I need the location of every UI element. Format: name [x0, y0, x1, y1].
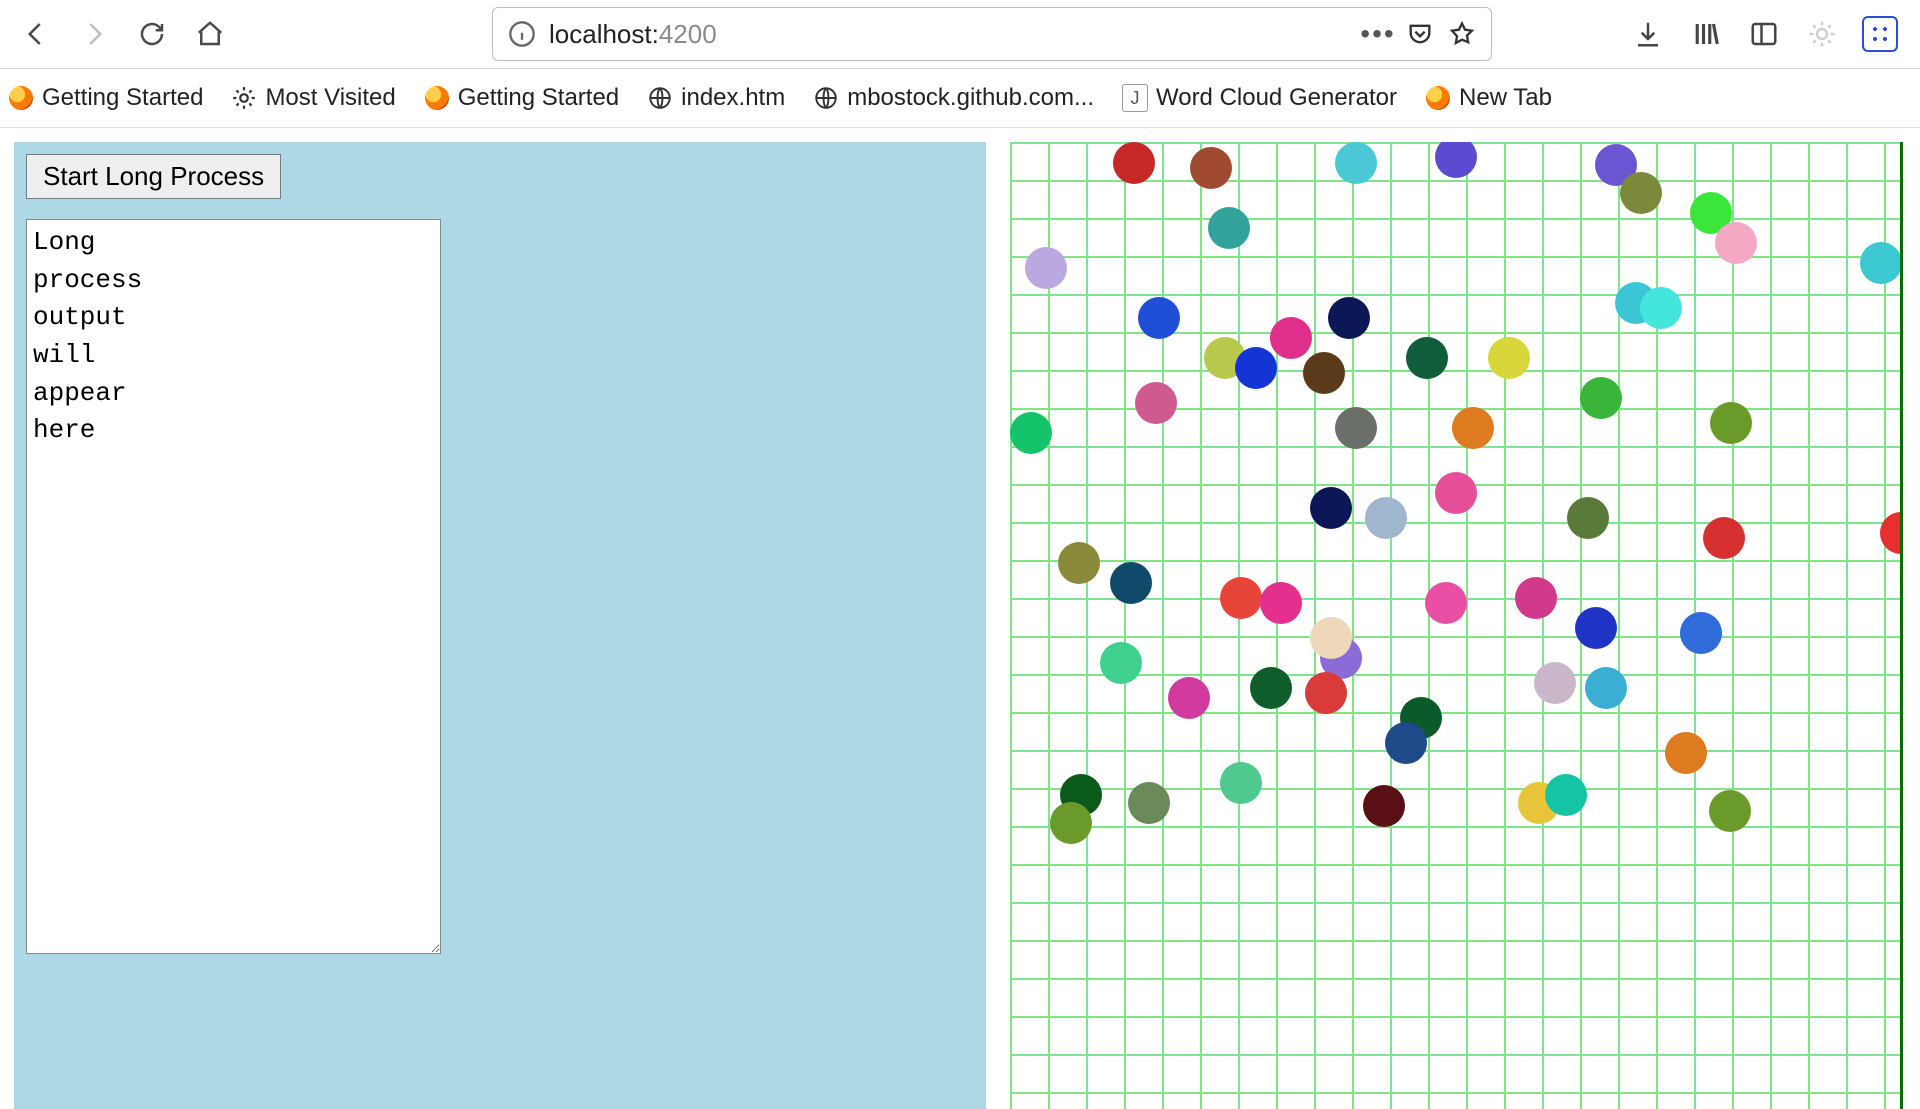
bookmark-label: New Tab	[1459, 84, 1552, 112]
data-point-dot	[1328, 297, 1370, 339]
data-point-dot	[1665, 732, 1707, 774]
data-point-dot	[1335, 407, 1377, 449]
data-point-dot	[1435, 472, 1477, 514]
data-point-dot	[1710, 402, 1752, 444]
data-point-dot	[1135, 382, 1177, 424]
data-point-dot	[1488, 337, 1530, 379]
data-point-dot	[1190, 147, 1232, 189]
data-point-dot	[1709, 790, 1751, 832]
bookmark-label: mbostock.github.com...	[847, 84, 1094, 112]
data-point-dot	[1715, 222, 1757, 264]
visualization-grid	[1010, 142, 1903, 1109]
data-point-dot	[1585, 667, 1627, 709]
bookmark-item[interactable]: New Tab	[1425, 84, 1552, 112]
data-point-dot	[1567, 497, 1609, 539]
gear-icon	[231, 85, 257, 111]
j-icon: J	[1122, 85, 1148, 111]
data-point-dot	[1305, 672, 1347, 714]
data-point-dot	[1880, 512, 1903, 554]
data-point-dot	[1703, 517, 1745, 559]
data-point-dot	[1640, 287, 1682, 329]
back-button[interactable]	[10, 8, 62, 60]
extension-icon[interactable]	[1802, 14, 1842, 54]
bookmark-item[interactable]: Most Visited	[231, 84, 395, 112]
data-point-dot	[1310, 487, 1352, 529]
process-output-textarea[interactable]	[26, 219, 441, 954]
data-point-dot	[1100, 642, 1142, 684]
data-point-dot	[1385, 722, 1427, 764]
data-point-dot	[1220, 577, 1262, 619]
data-point-dot	[1335, 142, 1377, 184]
left-panel: Start Long Process	[14, 142, 986, 1109]
globe-icon	[647, 85, 673, 111]
data-point-dot	[1270, 317, 1312, 359]
firefox-icon	[8, 85, 34, 111]
address-bar[interactable]: localhost:4200 •••	[492, 7, 1492, 61]
data-point-dot	[1250, 667, 1292, 709]
data-point-dot	[1128, 782, 1170, 824]
bookmark-star-icon[interactable]	[1447, 19, 1477, 49]
data-point-dot	[1220, 762, 1262, 804]
url-host: localhost:	[549, 19, 659, 49]
pocket-icon[interactable]	[1405, 19, 1435, 49]
grid-extension-icon[interactable]	[1860, 14, 1900, 54]
bookmark-label: Getting Started	[42, 84, 203, 112]
bookmark-item[interactable]: index.htm	[647, 84, 785, 112]
data-point-dot	[1058, 542, 1100, 584]
data-point-dot	[1235, 347, 1277, 389]
data-point-dot	[1050, 802, 1092, 844]
home-button[interactable]	[184, 8, 236, 60]
sidebar-toggle-icon[interactable]	[1744, 14, 1784, 54]
forward-button[interactable]	[68, 8, 120, 60]
library-icon[interactable]	[1686, 14, 1726, 54]
data-point-dot	[1580, 377, 1622, 419]
data-point-dot	[1620, 172, 1662, 214]
bookmark-item[interactable]: J Word Cloud Generator	[1122, 84, 1397, 112]
data-point-dot	[1435, 142, 1477, 178]
data-point-dot	[1406, 337, 1448, 379]
data-point-dot	[1680, 612, 1722, 654]
bookmark-label: index.htm	[681, 84, 785, 112]
data-point-dot	[1545, 774, 1587, 816]
data-point-dot	[1110, 562, 1152, 604]
firefox-icon	[424, 85, 450, 111]
toolbar-right	[1628, 14, 1910, 54]
data-point-dot	[1168, 677, 1210, 719]
bookmark-item[interactable]: Getting Started	[8, 84, 203, 112]
data-point-dot	[1575, 607, 1617, 649]
data-point-dot	[1534, 662, 1576, 704]
browser-nav-toolbar: localhost:4200 •••	[0, 0, 1920, 69]
data-point-dot	[1452, 407, 1494, 449]
bookmark-label: Word Cloud Generator	[1156, 84, 1397, 112]
data-point-dot	[1515, 577, 1557, 619]
data-point-dot	[1138, 297, 1180, 339]
data-point-dot	[1113, 142, 1155, 184]
globe-icon	[813, 85, 839, 111]
bookmarks-bar: Getting Started Most Visited Getting Start…	[0, 69, 1920, 128]
bookmark-item[interactable]: Getting Started	[424, 84, 619, 112]
url-text: localhost:4200	[549, 19, 1351, 50]
data-point-dot	[1260, 582, 1302, 624]
data-point-dot	[1303, 352, 1345, 394]
firefox-icon	[1425, 85, 1451, 111]
page-actions-ellipsis-icon[interactable]: •••	[1363, 19, 1393, 49]
data-point-dot	[1365, 497, 1407, 539]
data-point-dot	[1860, 242, 1902, 284]
page-content: Start Long Process	[0, 128, 1920, 1109]
bookmark-item[interactable]: mbostock.github.com...	[813, 84, 1094, 112]
downloads-icon[interactable]	[1628, 14, 1668, 54]
data-point-dot	[1010, 412, 1052, 454]
bookmark-label: Getting Started	[458, 84, 619, 112]
data-point-dot	[1025, 247, 1067, 289]
url-port: 4200	[659, 19, 717, 49]
data-point-dot	[1208, 207, 1250, 249]
data-point-dot	[1363, 785, 1405, 827]
site-info-icon[interactable]	[507, 19, 537, 49]
data-point-dot	[1310, 617, 1352, 659]
data-point-dot	[1425, 582, 1467, 624]
reload-button[interactable]	[126, 8, 178, 60]
start-long-process-button[interactable]: Start Long Process	[26, 154, 281, 199]
bookmark-label: Most Visited	[265, 84, 395, 112]
